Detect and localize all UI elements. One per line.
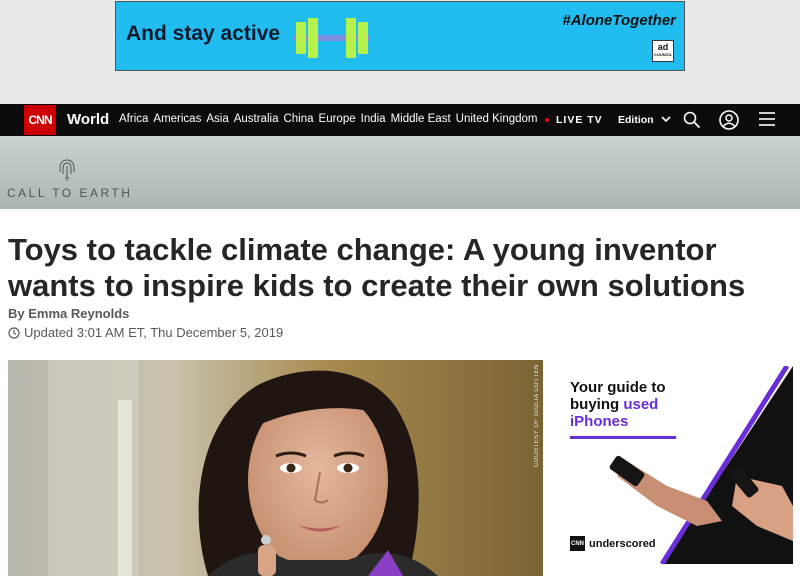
nav-link-india[interactable]: India xyxy=(361,113,386,125)
nav-link-china[interactable]: China xyxy=(283,113,313,125)
live-tv-link[interactable]: LIVE TV xyxy=(556,114,603,126)
nav-link-americas[interactable]: Americas xyxy=(153,113,201,125)
fingerprint-icon xyxy=(59,159,75,181)
article-byline[interactable]: By Emma Reynolds xyxy=(8,306,129,321)
edition-selector[interactable]: Edition xyxy=(618,114,671,126)
side-ad-title: Your guide to buying used iPhones xyxy=(570,379,666,430)
live-dot-icon xyxy=(545,118,549,122)
nav-link-europe[interactable]: Europe xyxy=(319,113,356,125)
nav-link-australia[interactable]: Australia xyxy=(234,113,279,125)
nav-section-world[interactable]: World xyxy=(67,111,109,128)
advertisement-banner[interactable]: And stay active #AloneTogether ad COUNCI… xyxy=(115,1,685,71)
edition-label: Edition xyxy=(618,114,654,126)
side-ad-brand-name: underscored xyxy=(589,537,656,550)
menu-icon[interactable] xyxy=(759,112,775,126)
article-updated: Updated 3:01 AM ET, Thu December 5, 2019 xyxy=(8,325,283,340)
dumbbell-icon xyxy=(294,18,370,58)
cnn-underscored-logo: CNN xyxy=(570,536,585,551)
portrait-photo xyxy=(8,360,543,576)
nav-links: Africa Americas Asia Australia China Eur… xyxy=(119,113,537,125)
side-ad-brand: CNN underscored xyxy=(570,536,656,551)
image-credit: COURTESY OF GIULIA COTTEN xyxy=(534,364,540,467)
call-to-earth-banner[interactable]: CALL TO EARTH xyxy=(0,136,800,209)
cnn-logo[interactable]: CNN xyxy=(24,105,56,135)
nav-link-africa[interactable]: Africa xyxy=(119,113,148,125)
clock-icon xyxy=(8,326,20,339)
search-icon[interactable] xyxy=(683,111,701,129)
main-navbar: CNN World Africa Americas Asia Australia… xyxy=(0,104,800,136)
banner-label: CALL TO EARTH xyxy=(7,186,133,200)
top-ad-band: And stay active #AloneTogether ad COUNCI… xyxy=(0,0,800,104)
ad-council-logo: ad COUNCIL xyxy=(652,40,674,62)
hero-image[interactable]: COURTESY OF GIULIA COTTEN xyxy=(8,360,543,576)
nav-link-united-kingdom[interactable]: United Kingdom xyxy=(456,113,538,125)
side-advertisement[interactable]: Your guide to buying used iPhones CNN un… xyxy=(557,366,793,564)
article-headline: Toys to tackle climate change: A young i… xyxy=(8,232,746,303)
ad-headline: And stay active xyxy=(126,22,281,45)
updated-timestamp: Updated 3:01 AM ET, Thu December 5, 2019 xyxy=(24,325,284,340)
side-ad-underline xyxy=(570,436,676,439)
ad-hashtag: #AloneTogether xyxy=(562,12,676,29)
nav-link-middle-east[interactable]: Middle East xyxy=(391,113,451,125)
chevron-down-icon xyxy=(660,116,671,123)
nav-link-asia[interactable]: Asia xyxy=(206,113,228,125)
account-icon[interactable] xyxy=(719,110,739,130)
